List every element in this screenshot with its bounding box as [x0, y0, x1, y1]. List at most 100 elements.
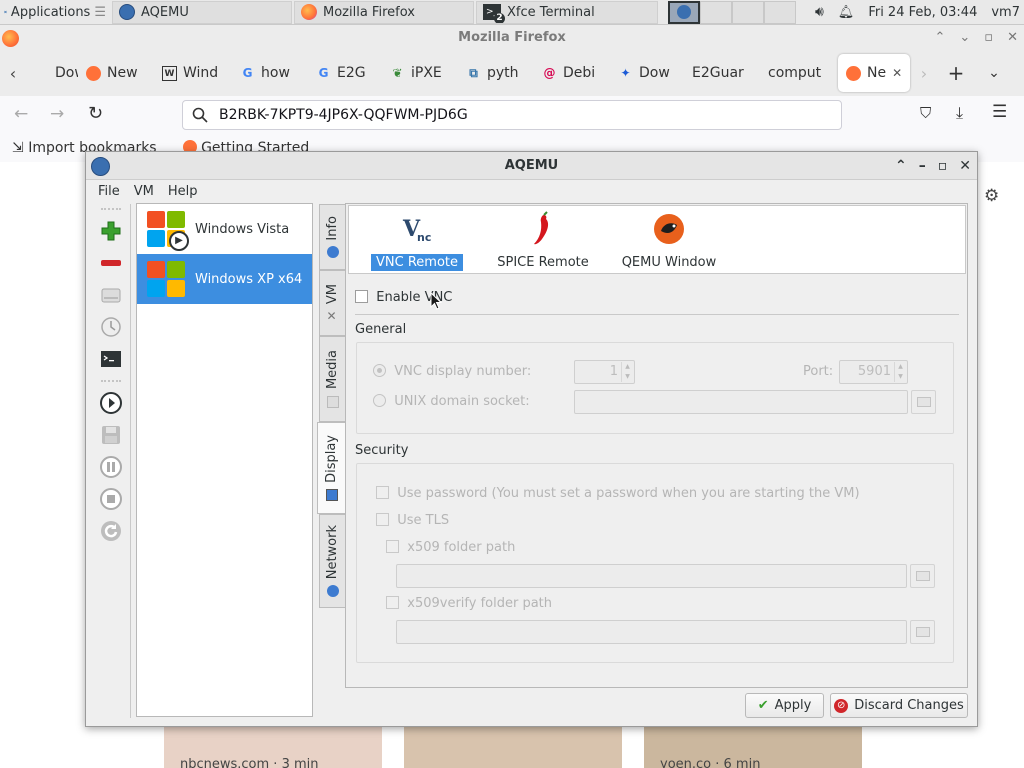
tab-label: Ne: [867, 65, 887, 81]
volume-icon[interactable]: 🔊︎: [815, 4, 824, 20]
tab[interactable]: G E2G: [308, 54, 382, 92]
port-spinbox[interactable]: 5901 ▲ ▼: [839, 360, 908, 384]
customize-gear-icon[interactable]: ⚙: [984, 186, 999, 206]
import-icon: ⇲: [12, 140, 24, 156]
scroll-tabs-right-icon[interactable]: ›: [910, 64, 938, 83]
tab[interactable]: ❦ iPXE: [382, 54, 458, 92]
applications-label: Applications: [10, 4, 91, 20]
tab[interactable]: E2Guar: [684, 54, 760, 92]
reload-icon[interactable]: ↻: [88, 103, 103, 124]
tab-label: Debi: [563, 65, 596, 81]
tab-display[interactable]: Display: [317, 422, 345, 514]
spinbox-value: 1: [609, 364, 618, 379]
x509verify-folder-checkbox[interactable]: x509verify folder path: [386, 596, 552, 611]
tab[interactable]: New: [78, 54, 154, 92]
shade-icon[interactable]: ⌄: [959, 26, 970, 50]
tab-vm[interactable]: VM ✕: [319, 270, 345, 336]
aqemu-icon: [119, 4, 135, 20]
close-icon[interactable]: ✕: [959, 152, 971, 180]
vm-item-windows-xp-x64[interactable]: Windows XP x64: [137, 254, 312, 304]
tab-close-icon[interactable]: ✕: [892, 66, 902, 80]
task-firefox[interactable]: Mozilla Firefox: [294, 0, 474, 24]
task-terminal[interactable]: >_ 2 Xfce Terminal: [476, 0, 658, 24]
stop-vm-button[interactable]: [95, 484, 127, 514]
vnc-display-number-radio[interactable]: VNC display number:: [373, 364, 531, 379]
tab[interactable]: Dow: [26, 54, 78, 92]
task-aqemu[interactable]: AQEMU: [112, 0, 292, 24]
close-icon[interactable]: ✕: [1007, 26, 1018, 50]
unix-socket-browse-button[interactable]: [911, 390, 936, 414]
viewer-qemu-window[interactable]: QEMU Window: [617, 210, 721, 271]
x509verify-folder-browse-button[interactable]: [910, 620, 935, 644]
monitor-button[interactable]: [95, 344, 127, 374]
menu-icon[interactable]: ☰: [992, 102, 1007, 122]
snapshot-button[interactable]: [95, 312, 127, 342]
workspace-switcher[interactable]: [668, 0, 796, 24]
applications-menu[interactable]: Applications ☰: [0, 0, 110, 25]
start-vm-button[interactable]: [95, 388, 127, 418]
x509-folder-input[interactable]: [396, 564, 907, 588]
url-bar[interactable]: B2RBK-7KPT9-4JP6X-QQFWM-PJD6G: [182, 100, 842, 130]
tab-info[interactable]: Info: [319, 204, 345, 270]
notification-bell-icon[interactable]: 🔔︎: [838, 5, 855, 20]
tab-network[interactable]: Network: [319, 514, 345, 608]
x509-folder-label: x509 folder path: [407, 540, 516, 555]
user-label[interactable]: vm7: [991, 5, 1020, 20]
maximize-icon[interactable]: ▫: [984, 26, 993, 50]
unix-socket-input[interactable]: [574, 390, 908, 414]
reset-vm-button[interactable]: [95, 516, 127, 546]
clock[interactable]: Fri 24 Feb, 03:44: [868, 5, 977, 20]
tab[interactable]: comput: [760, 54, 838, 92]
minimize-icon[interactable]: –: [919, 152, 926, 180]
menu-vm[interactable]: VM: [134, 184, 154, 199]
forward-icon[interactable]: →: [50, 104, 64, 124]
use-tls-checkbox[interactable]: Use TLS: [376, 513, 449, 528]
menu-help[interactable]: Help: [168, 184, 198, 199]
pause-vm-button[interactable]: [95, 452, 127, 482]
new-tab-icon[interactable]: +: [938, 61, 974, 85]
add-vm-button[interactable]: [95, 216, 127, 246]
x509-folder-checkbox[interactable]: x509 folder path: [386, 540, 515, 555]
back-icon[interactable]: ←: [14, 104, 28, 124]
unix-socket-radio[interactable]: UNIX domain socket:: [373, 394, 530, 409]
story-card-image[interactable]: [404, 727, 622, 768]
pocket-icon[interactable]: ⛉: [920, 104, 931, 122]
maximize-icon[interactable]: ▫: [938, 152, 948, 180]
vm-list[interactable]: ▶ Windows Vista Windows XP x64: [136, 203, 313, 717]
tab-label: how: [261, 65, 290, 81]
tab[interactable]: @ Debi: [534, 54, 610, 92]
workspace-2[interactable]: [700, 0, 732, 24]
tab[interactable]: W Wind: [154, 54, 232, 92]
firefox-tab-strip: ‹ Dow New W Wind Ghow G E2G ❦ iPXE ⧉ pyth @ D…: [0, 50, 1024, 96]
list-all-tabs-icon[interactable]: ⌄: [974, 65, 1014, 81]
save-vm-button[interactable]: [95, 420, 127, 450]
tab[interactable]: ⧉ pyth: [458, 54, 534, 92]
tab-media[interactable]: Media: [319, 336, 345, 422]
tab-active[interactable]: Ne ✕: [838, 54, 910, 92]
viewer-spice-remote[interactable]: SPICE Remote: [493, 210, 593, 271]
x509verify-folder-input[interactable]: [396, 620, 907, 644]
aqemu-titlebar[interactable]: AQEMU ⌃ – ▫ ✕: [86, 152, 977, 180]
downloads-icon[interactable]: ⤓: [956, 103, 963, 123]
vm-settings-button[interactable]: [95, 280, 127, 310]
vnc-display-number-spinbox[interactable]: 1 ▲ ▼: [574, 360, 635, 384]
scroll-tabs-left-icon[interactable]: ‹: [0, 64, 26, 83]
delete-vm-button[interactable]: [95, 248, 127, 278]
workspace-3[interactable]: [732, 0, 764, 24]
viewer-vnc-remote[interactable]: Vnc VNC Remote: [371, 210, 463, 271]
search-icon: [192, 107, 208, 123]
tab[interactable]: ✦ Dow: [610, 54, 684, 92]
shade-icon[interactable]: ⌃: [895, 152, 907, 180]
firefox-title: Mozilla Firefox: [458, 30, 566, 45]
workspace-1[interactable]: [668, 0, 700, 24]
workspace-4[interactable]: [764, 0, 796, 24]
menu-file[interactable]: File: [98, 184, 120, 199]
x509-folder-browse-button[interactable]: [910, 564, 935, 588]
minimize-icon[interactable]: ⌃: [934, 26, 945, 50]
tab-label: VM: [325, 283, 340, 305]
vm-item-windows-vista[interactable]: ▶ Windows Vista: [137, 204, 312, 254]
apply-button[interactable]: ✔ Apply: [745, 693, 824, 718]
discard-changes-button[interactable]: ⊘ Discard Changes: [830, 693, 968, 718]
use-password-checkbox[interactable]: Use password (You must set a password wh…: [376, 486, 860, 501]
tab[interactable]: Ghow: [232, 54, 308, 92]
